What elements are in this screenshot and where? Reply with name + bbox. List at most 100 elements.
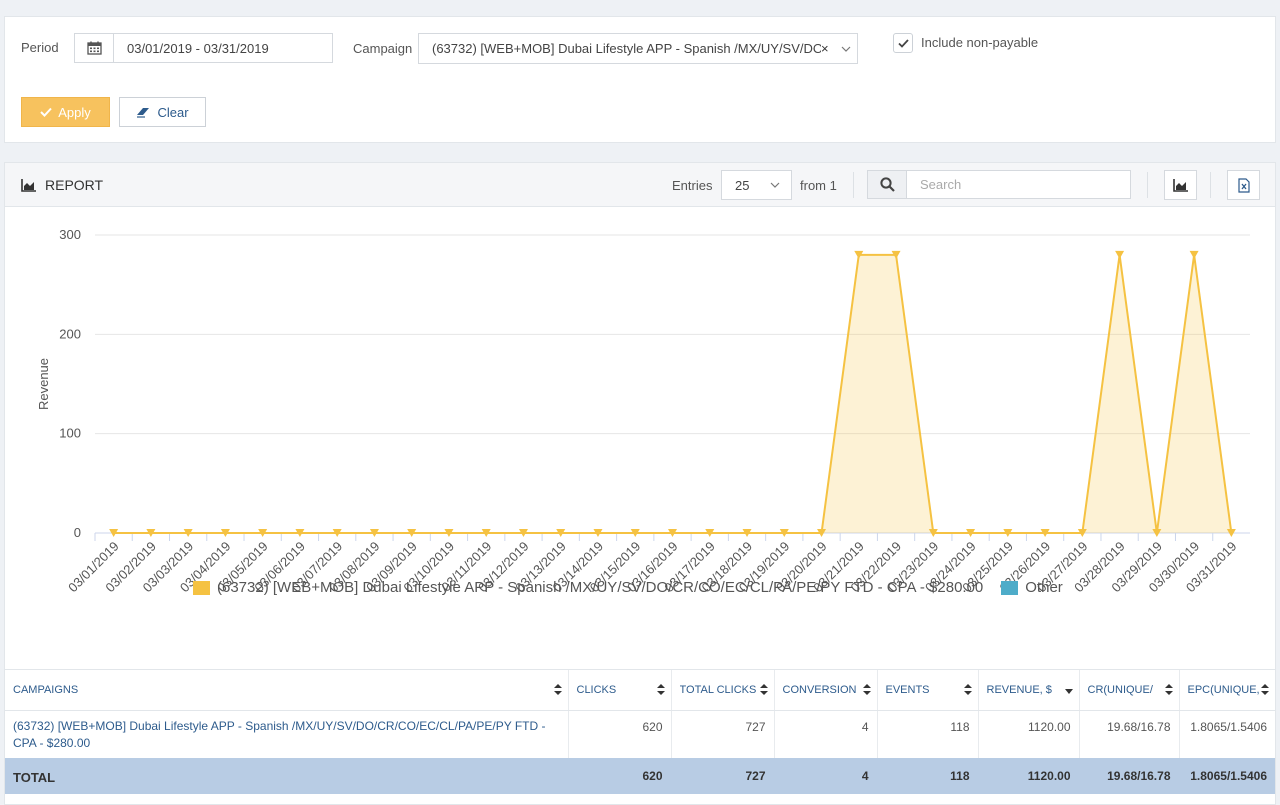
column-header-label: CLICKS <box>576 684 617 696</box>
table-cell: 4 <box>773 710 877 758</box>
column-header[interactable]: CAMPAIGNS <box>5 669 568 711</box>
legend-swatch <box>193 580 210 595</box>
report-title: REPORT <box>21 177 103 193</box>
total-label: TOTAL <box>5 757 568 794</box>
table-cell: 1.8065/1.5406 <box>1178 710 1275 758</box>
y-tick-label: 200 <box>59 326 81 341</box>
chart-legend: (63732) [WEB+MOB] Dubai Lifestyle APP - … <box>193 579 1081 596</box>
sort-icon[interactable] <box>1261 684 1269 698</box>
check-icon <box>897 38 909 48</box>
total-cell: 727 <box>670 757 774 794</box>
divider <box>1147 172 1148 198</box>
period-value[interactable]: 03/01/2019 - 03/31/2019 <box>114 41 269 56</box>
filter-panel: Period 03/01/2019 - 03/31/2019 Campaign … <box>4 16 1276 143</box>
table-cell: 1120.00 <box>977 710 1079 758</box>
divider <box>853 172 854 198</box>
total-cell: 1.8065/1.5406 <box>1178 757 1275 794</box>
apply-button[interactable]: Apply <box>21 97 110 127</box>
sort-icon[interactable] <box>963 684 972 698</box>
legend-label: Other <box>1025 579 1063 596</box>
campaign-label: Campaign <box>353 41 413 56</box>
legend-item[interactable]: (63732) [WEB+MOB] Dubai Lifestyle APP - … <box>193 579 983 596</box>
total-cell: 118 <box>876 757 978 794</box>
column-header[interactable]: EPC(UNIQUE, <box>1178 669 1275 711</box>
period-label: Period <box>21 40 59 55</box>
y-tick-label: 300 <box>59 227 81 242</box>
report-table: CAMPAIGNS CLICKS TOTAL CLICKS CONVERSION EVE… <box>5 669 1275 794</box>
column-header[interactable]: TOTAL CLICKS <box>670 669 774 711</box>
column-header-label: REVENUE, $ <box>986 684 1052 696</box>
total-cell: 19.68/16.78 <box>1078 757 1179 794</box>
eraser-icon <box>137 107 150 118</box>
column-header-label: EPC(UNIQUE, <box>1187 684 1260 696</box>
column-header[interactable]: CR(UNIQUE/ <box>1078 669 1179 711</box>
column-header-label: CONVERSION <box>782 684 857 696</box>
sort-icon[interactable] <box>862 684 871 698</box>
column-header[interactable]: REVENUE, $ <box>977 669 1079 711</box>
excel-file-icon <box>1237 177 1250 193</box>
include-nonpayable-checkbox[interactable] <box>893 33 913 53</box>
entries-value: 25 <box>735 177 750 193</box>
series-line <box>113 253 1233 534</box>
campaign-clear-icon[interactable]: × <box>821 41 835 56</box>
sort-icon[interactable] <box>1164 684 1173 698</box>
y-tick-label: 0 <box>74 525 81 540</box>
chevron-down-icon <box>770 182 780 188</box>
calendar-icon[interactable] <box>75 34 114 62</box>
area-chart-icon <box>1172 178 1188 192</box>
column-header-label: EVENTS <box>885 684 930 696</box>
total-cell: 1120.00 <box>977 757 1079 794</box>
include-nonpayable-label[interactable]: Include non-payable <box>921 35 1038 50</box>
campaign-selected-value[interactable]: (63732) [WEB+MOB] Dubai Lifestyle APP - … <box>432 41 821 56</box>
chart-toggle-button[interactable] <box>1164 170 1197 200</box>
clear-button-label: Clear <box>157 104 189 120</box>
search-icon[interactable] <box>868 171 907 198</box>
report-title-text: REPORT <box>45 177 104 193</box>
entries-select[interactable]: 25 <box>721 170 792 200</box>
entries-label: Entries <box>672 178 713 193</box>
pagination-from-label: from 1 <box>800 178 837 193</box>
revenue-chart: 0100200300Revenue03/01/201903/02/201903/… <box>36 227 1250 595</box>
y-tick-label: 100 <box>59 426 81 441</box>
data-point <box>1115 250 1125 259</box>
column-header-label: CAMPAIGNS <box>13 684 79 696</box>
column-header[interactable]: EVENTS <box>876 669 978 711</box>
sort-icon[interactable] <box>759 684 768 698</box>
area-chart-icon <box>21 178 36 192</box>
total-row: TOTAL 620 727 4 118 1120.00 19.68/16.78 1.8065/… <box>5 757 1275 794</box>
column-header[interactable]: CONVERSION <box>773 669 877 711</box>
table-header-row: CAMPAIGNS CLICKS TOTAL CLICKS CONVERSION EVE… <box>5 669 1275 711</box>
column-header-label: TOTAL CLICKS <box>679 684 757 696</box>
campaign-select[interactable]: (63732) [WEB+MOB] Dubai Lifestyle APP - … <box>418 33 858 64</box>
check-icon <box>40 107 52 117</box>
search-input[interactable] <box>907 171 1130 198</box>
clear-button[interactable]: Clear <box>119 97 206 127</box>
table-cell: 727 <box>670 710 774 758</box>
column-header-label: CR(UNIQUE/ <box>1087 684 1153 696</box>
divider <box>1210 172 1211 198</box>
table-cell: 620 <box>567 710 671 758</box>
legend-label: (63732) [WEB+MOB] Dubai Lifestyle APP - … <box>217 579 984 596</box>
table-cell: 118 <box>876 710 978 758</box>
apply-button-label: Apply <box>58 104 91 120</box>
report-header: REPORT Entries 25 from 1 <box>5 163 1275 207</box>
report-panel: REPORT Entries 25 from 1 0 100 200 300 Reven… <box>4 162 1276 805</box>
y-axis-title: Revenue <box>36 358 51 410</box>
legend-swatch <box>1001 580 1019 595</box>
sort-icon[interactable] <box>656 684 665 698</box>
period-date-range-picker[interactable]: 03/01/2019 - 03/31/2019 <box>74 33 333 63</box>
legend-item[interactable]: Other <box>1001 579 1063 596</box>
search-box[interactable] <box>867 170 1131 199</box>
sort-icon[interactable] <box>553 684 562 698</box>
data-point <box>1189 250 1199 259</box>
column-header[interactable]: CLICKS <box>567 669 671 711</box>
table-row: (63732) [WEB+MOB] Dubai Lifestyle APP - … <box>5 710 1275 758</box>
series-area <box>113 254 1232 533</box>
campaign-link[interactable]: (63732) [WEB+MOB] Dubai Lifestyle APP - … <box>5 711 568 758</box>
chevron-down-icon[interactable] <box>835 46 857 52</box>
total-cell: 4 <box>773 757 877 794</box>
total-cell: 620 <box>567 757 671 794</box>
export-excel-button[interactable] <box>1227 170 1260 200</box>
table-cell: 19.68/16.78 <box>1078 710 1179 758</box>
sort-desc-icon[interactable] <box>1064 684 1073 698</box>
